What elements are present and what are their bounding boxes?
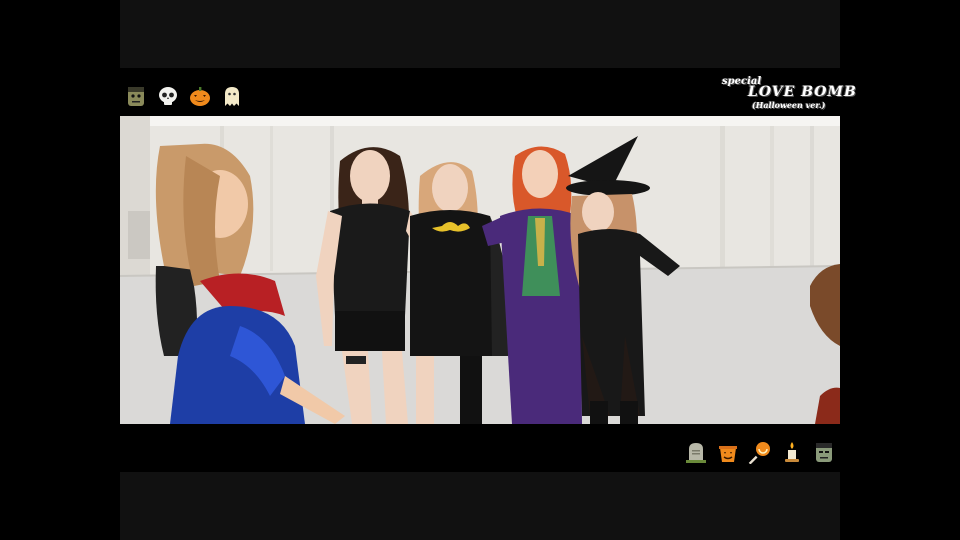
left-pillarbox (0, 0, 120, 540)
ghost-icon (225, 87, 239, 106)
right-pillarbox (840, 0, 960, 540)
wall-panel (128, 211, 150, 259)
pumpkin-icon (190, 87, 210, 106)
watermark-logo: special LOVE BOMB (Halloween ver.) (718, 76, 856, 112)
tombstone-icon (686, 443, 706, 463)
skull-icon (159, 87, 177, 105)
lollipop-icon (748, 442, 770, 464)
top-decorations (124, 84, 244, 108)
watermark-line-2: LOVE BOMB (748, 84, 857, 100)
frankenstein-icon (128, 87, 144, 106)
candle-icon (785, 442, 799, 462)
video-scene (120, 116, 840, 424)
candy-bucket-icon (719, 446, 737, 462)
watermark-line-3: (Halloween ver.) (752, 100, 826, 110)
video-frame: special LOVE BOMB (Halloween ver.) (120, 0, 856, 540)
frankenstein-icon (816, 443, 832, 462)
bottom-decorations (684, 440, 836, 464)
